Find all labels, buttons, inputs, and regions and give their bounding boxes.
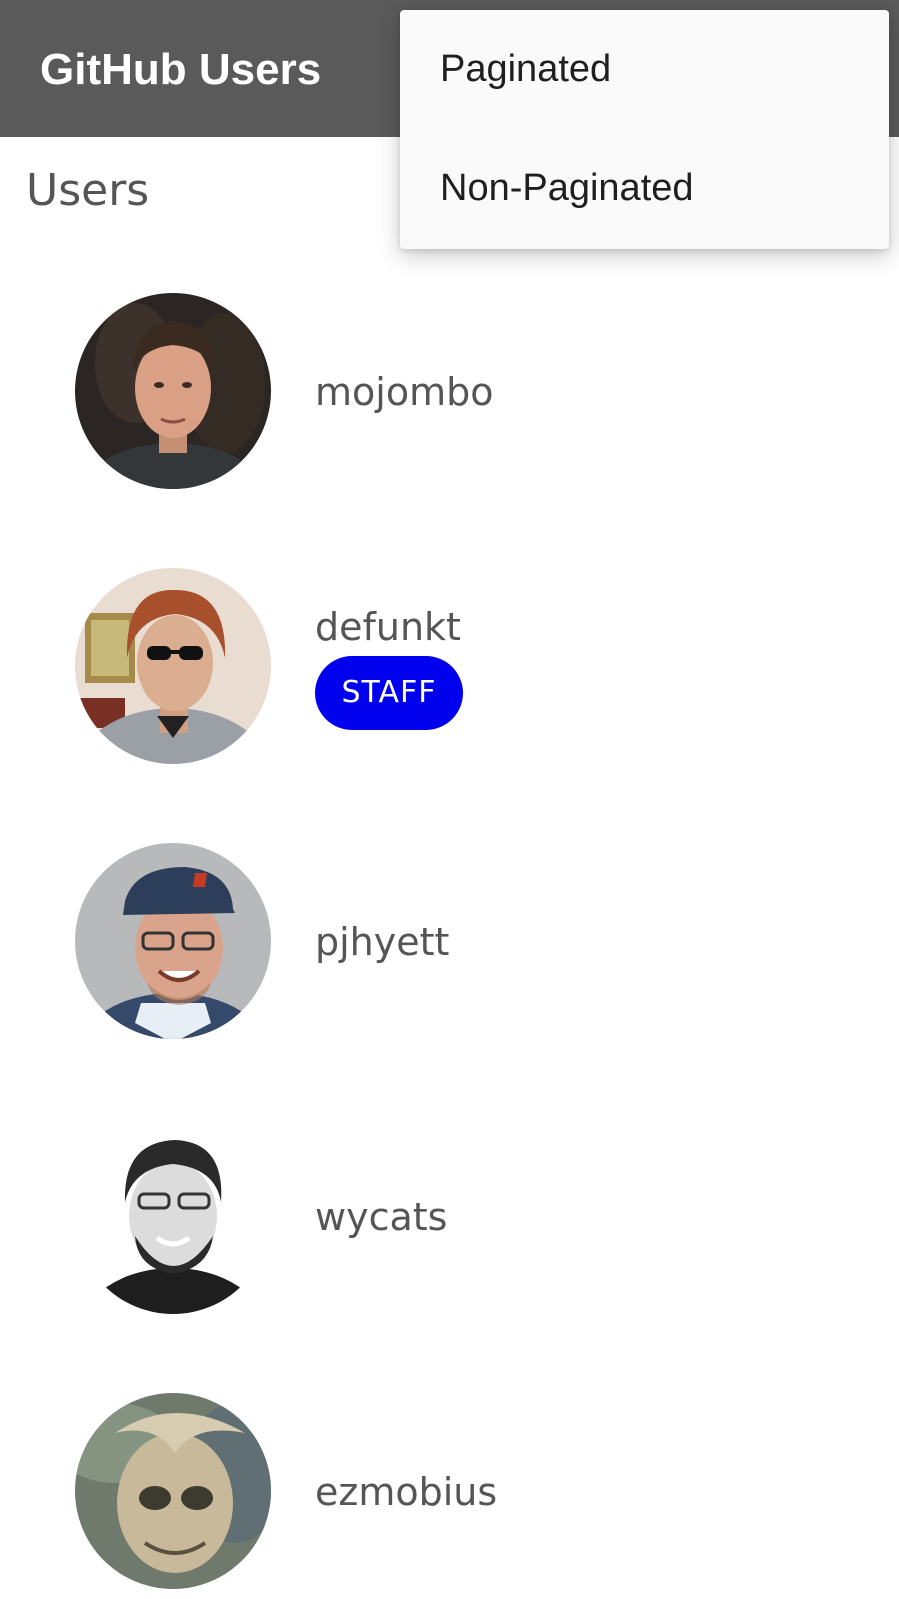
list-item-defunkt[interactable]: defunkt STAFF	[0, 529, 899, 804]
user-list[interactable]: mojombo defunkt STAFF pjhyett wycats ezm…	[0, 254, 899, 1599]
username: mojombo	[315, 369, 494, 414]
list-item-mojombo[interactable]: mojombo	[0, 254, 899, 529]
page-title: Users	[26, 165, 150, 216]
avatar	[75, 843, 271, 1039]
view-mode-menu: Paginated Non-Paginated	[400, 10, 889, 249]
staff-badge: STAFF	[315, 655, 463, 730]
list-item-pjhyett[interactable]: pjhyett	[0, 804, 899, 1079]
avatar	[75, 293, 271, 489]
avatar	[75, 1393, 271, 1589]
user-text: defunkt STAFF	[315, 529, 463, 804]
username: defunkt	[315, 604, 461, 649]
list-item-ezmobius[interactable]: ezmobius	[0, 1354, 899, 1599]
user-text: ezmobius	[315, 1354, 497, 1599]
user-text: mojombo	[315, 254, 493, 529]
avatar	[75, 1118, 271, 1314]
list-item-wycats[interactable]: wycats	[0, 1079, 899, 1354]
menu-item-non-paginated[interactable]: Non-Paginated	[400, 129, 889, 248]
username: wycats	[315, 1194, 448, 1239]
username: ezmobius	[315, 1469, 498, 1514]
user-text: pjhyett	[315, 804, 449, 1079]
app-title: GitHub Users	[40, 45, 322, 94]
menu-item-paginated[interactable]: Paginated	[400, 10, 889, 129]
avatar	[75, 568, 271, 764]
user-text: wycats	[315, 1079, 447, 1354]
username: pjhyett	[315, 919, 450, 964]
